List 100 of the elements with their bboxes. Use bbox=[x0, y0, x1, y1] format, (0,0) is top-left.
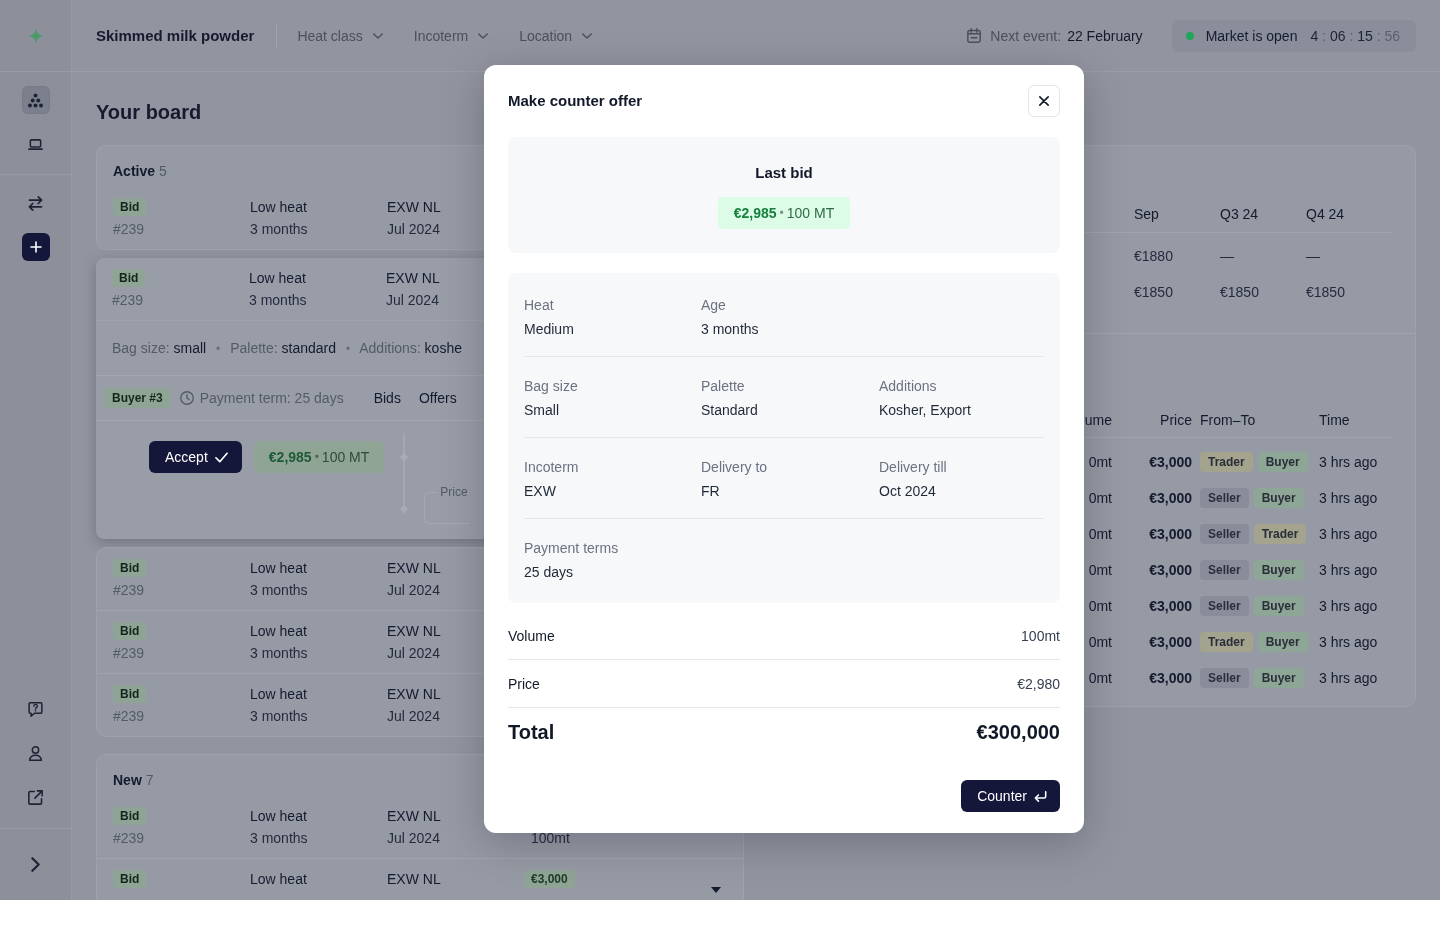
price-text: €1850 bbox=[1134, 284, 1173, 300]
role-tag: Seller bbox=[1200, 668, 1249, 688]
detail-label: Bag size bbox=[524, 377, 578, 396]
incoterm-text: EXW NL bbox=[386, 270, 440, 286]
incoterm-text: EXW NL bbox=[387, 871, 441, 887]
age-text: 3 months bbox=[250, 582, 308, 598]
heat-class-text: Low heat bbox=[250, 686, 307, 702]
add-button[interactable] bbox=[21, 233, 50, 261]
order-id: #239 bbox=[113, 582, 145, 598]
caret-down-icon[interactable] bbox=[710, 887, 721, 893]
order-id: #239 bbox=[113, 221, 145, 237]
summary-value: 100mt bbox=[1021, 627, 1060, 644]
type-badge: Bid bbox=[113, 622, 147, 640]
return-arrow-icon bbox=[1034, 790, 1047, 802]
age-text: 3 months bbox=[250, 645, 308, 661]
type-badge: Bid bbox=[113, 807, 147, 825]
time-text: 3 hrs ago bbox=[1319, 634, 1378, 650]
price-text: — bbox=[1306, 248, 1320, 264]
question-bubble-icon bbox=[28, 701, 43, 717]
market-status-text: Market is open bbox=[1205, 27, 1298, 44]
counter-button[interactable]: Counter bbox=[961, 780, 1060, 812]
time-text: 3 hrs ago bbox=[1319, 490, 1378, 506]
time-text: 3 hrs ago bbox=[1319, 454, 1378, 470]
detail-value: Oct 2024 bbox=[879, 482, 936, 501]
column-header: From–To bbox=[1200, 411, 1256, 428]
column-header: Q3 24 bbox=[1220, 206, 1259, 222]
delivery-date: Jul 2024 bbox=[387, 830, 440, 846]
order-row[interactable]: Bid Low heat EXW NL €3,000 bbox=[97, 859, 743, 900]
detail-label: Age bbox=[701, 296, 726, 315]
role-tag: Buyer bbox=[1257, 452, 1308, 472]
volume-text: 0mt bbox=[1088, 562, 1112, 578]
tab[interactable]: Offers bbox=[418, 390, 457, 406]
laptop-icon bbox=[28, 136, 43, 152]
price-text: €1850 bbox=[1306, 284, 1345, 300]
order-id: #239 bbox=[113, 645, 145, 661]
incoterm-text: EXW NL bbox=[387, 808, 441, 824]
summary-value: €2,980 bbox=[1017, 675, 1060, 692]
detail-value: Small bbox=[524, 401, 559, 420]
time-text: 3 hrs ago bbox=[1319, 562, 1378, 578]
incoterm-text: EXW NL bbox=[387, 199, 441, 215]
delivery-date: Jul 2024 bbox=[386, 292, 439, 308]
chevron-down-icon bbox=[582, 32, 593, 39]
price-badge: €2,985 • 100 MT bbox=[717, 197, 851, 229]
detail-label: Delivery till bbox=[879, 458, 947, 477]
next-event-label: Next event: bbox=[990, 27, 1062, 44]
role-tag: Buyer bbox=[1253, 488, 1304, 508]
price-badge: €2,985 • 100 MT bbox=[253, 441, 385, 473]
payment-term-text: Payment term: 25 days bbox=[199, 390, 344, 406]
detail-value: Kosher, Export bbox=[879, 401, 971, 420]
clock-icon bbox=[179, 391, 194, 405]
page-title: Your board bbox=[96, 100, 202, 124]
price-badge: €3,000 bbox=[524, 870, 575, 888]
role-tag: Trader bbox=[1200, 452, 1253, 472]
chevron-down-icon bbox=[372, 32, 383, 39]
volume-text: 100mt bbox=[531, 832, 570, 844]
field-label: Price bbox=[439, 484, 468, 500]
detail-label: Additions bbox=[879, 377, 937, 396]
delivery-date: Jul 2024 bbox=[387, 582, 440, 598]
volume-text: 0mt bbox=[1088, 454, 1112, 470]
plus-icon bbox=[29, 241, 42, 253]
incoterm-text: EXW NL bbox=[387, 686, 441, 702]
summary-label: Volume bbox=[508, 627, 555, 644]
accept-button[interactable]: Accept bbox=[149, 441, 242, 473]
nav-item[interactable] bbox=[21, 86, 50, 114]
type-badge: Bid bbox=[112, 269, 146, 287]
close-button[interactable] bbox=[1028, 85, 1060, 117]
type-badge: Bid bbox=[113, 559, 147, 577]
incoterm-text: EXW NL bbox=[387, 560, 441, 576]
summary-label: Price bbox=[508, 675, 540, 692]
price-text: €3,000 bbox=[1149, 598, 1192, 614]
heat-class-text: Low heat bbox=[250, 199, 307, 215]
role-tag: Seller bbox=[1200, 488, 1249, 508]
product-title: Skimmed milk powder bbox=[96, 27, 255, 44]
detail-label: Incoterm bbox=[524, 458, 579, 477]
type-badge: Bid bbox=[113, 870, 147, 888]
role-tag: Trader bbox=[1253, 524, 1307, 544]
age-text: 3 months bbox=[250, 830, 308, 846]
incoterm-text: EXW NL bbox=[387, 623, 441, 639]
age-text: 3 months bbox=[250, 708, 308, 724]
heat-class-text: Low heat bbox=[250, 808, 307, 824]
dots-cluster-icon bbox=[28, 92, 43, 108]
volume-text: 0mt bbox=[1088, 670, 1112, 686]
volume-text: 0mt bbox=[1088, 598, 1112, 614]
age-text: 3 months bbox=[250, 221, 308, 237]
age-text: 3 months bbox=[249, 292, 307, 308]
section-title: New 7 bbox=[112, 771, 155, 790]
detail-label: Heat bbox=[524, 296, 554, 315]
tab[interactable]: Bids bbox=[373, 390, 401, 406]
price-text: €3,000 bbox=[1149, 562, 1192, 578]
order-details-text: Bag size: small • Palette: standard • Additions: koshe bbox=[112, 340, 462, 356]
next-event-date: 22 February bbox=[1067, 27, 1143, 44]
heat-class-text: Low heat bbox=[249, 270, 306, 286]
column-header: Sep bbox=[1134, 206, 1159, 222]
time-text: 3 hrs ago bbox=[1319, 670, 1378, 686]
type-badge: Bid bbox=[113, 685, 147, 703]
heat-class-text: Low heat bbox=[250, 871, 307, 887]
counterparty-badge: Buyer #3 bbox=[104, 388, 171, 408]
total-label: Total bbox=[508, 720, 555, 744]
chevron-down-icon bbox=[478, 32, 489, 39]
price-text: €3,000 bbox=[1149, 454, 1192, 470]
